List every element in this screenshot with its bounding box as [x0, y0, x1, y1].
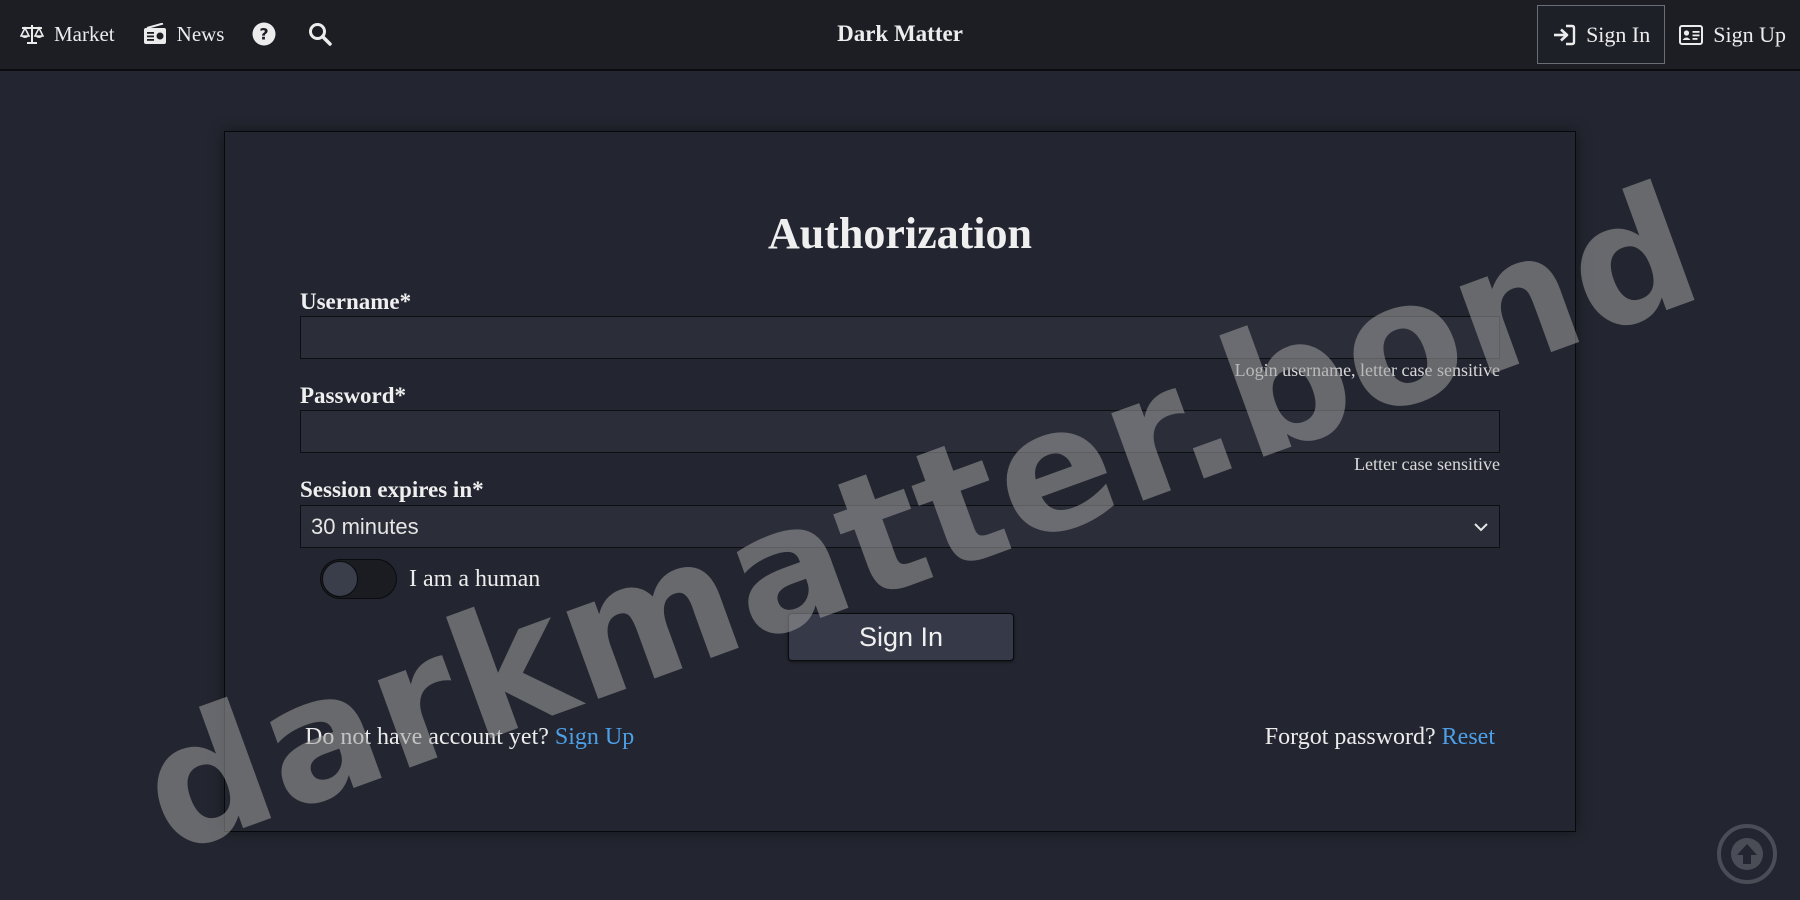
- svg-text:?: ?: [260, 25, 269, 44]
- signup-link[interactable]: Sign Up: [555, 724, 634, 750]
- no-account-text: Do not have account yet?: [305, 724, 549, 750]
- chevron-down-icon: [1474, 522, 1488, 531]
- nav-sign-in-label: Sign In: [1586, 21, 1651, 47]
- password-hint: Letter case sensitive: [1354, 454, 1500, 474]
- brand-title[interactable]: Dark Matter: [837, 21, 963, 47]
- nav-search-button[interactable]: [308, 22, 333, 46]
- nav-market-link[interactable]: Market: [20, 22, 115, 47]
- nav-help-button[interactable]: ?: [252, 22, 276, 46]
- nav-right: Sign In Sign Up: [1537, 5, 1800, 64]
- toggle-knob: [322, 561, 358, 597]
- search-icon: [309, 23, 333, 46]
- page-title: Authorization: [768, 209, 1032, 258]
- question-circle-icon: ?: [252, 22, 276, 46]
- username-hint: Login username, letter case sensitive: [1234, 360, 1500, 380]
- session-selected-value: 30 minutes: [311, 513, 419, 539]
- nav-sign-up-label: Sign Up: [1713, 21, 1786, 47]
- balance-scale-icon: [20, 25, 44, 44]
- nav-sign-up-button[interactable]: Sign Up: [1665, 5, 1800, 64]
- forgot-password-text: Forgot password?: [1264, 724, 1436, 750]
- sign-in-icon: [1554, 24, 1576, 45]
- password-input[interactable]: [300, 410, 1500, 453]
- sign-in-button[interactable]: Sign In: [788, 613, 1014, 661]
- username-label: Username*: [300, 289, 412, 314]
- top-navbar: Market News ? Dark Matter Sign In Sign U…: [0, 0, 1800, 71]
- id-card-icon: [1679, 24, 1704, 45]
- reset-prompt: Forgot password? Reset: [1265, 724, 1495, 751]
- nav-left: Market News ?: [20, 0, 364, 68]
- nav-news-link[interactable]: News: [143, 21, 225, 47]
- session-select[interactable]: 30 minutes: [300, 505, 1500, 548]
- nav-sign-in-button[interactable]: Sign In: [1537, 5, 1666, 64]
- reset-link[interactable]: Reset: [1442, 724, 1495, 750]
- human-toggle-row: I am a human: [320, 558, 540, 600]
- radio-icon: [143, 23, 166, 44]
- username-input[interactable]: [300, 316, 1500, 359]
- session-label: Session expires in*: [300, 477, 484, 502]
- arrow-up-icon: [1731, 838, 1763, 870]
- nav-news-label: News: [176, 21, 225, 46]
- human-toggle-switch[interactable]: [320, 559, 397, 599]
- scroll-to-top-button[interactable]: [1717, 824, 1777, 884]
- human-toggle-label: I am a human: [409, 565, 541, 592]
- signup-prompt: Do not have account yet? Sign Up: [305, 724, 634, 751]
- nav-market-label: Market: [54, 21, 115, 46]
- authorization-card: Authorization Username* Login username, …: [224, 131, 1576, 832]
- password-label: Password*: [300, 383, 407, 408]
